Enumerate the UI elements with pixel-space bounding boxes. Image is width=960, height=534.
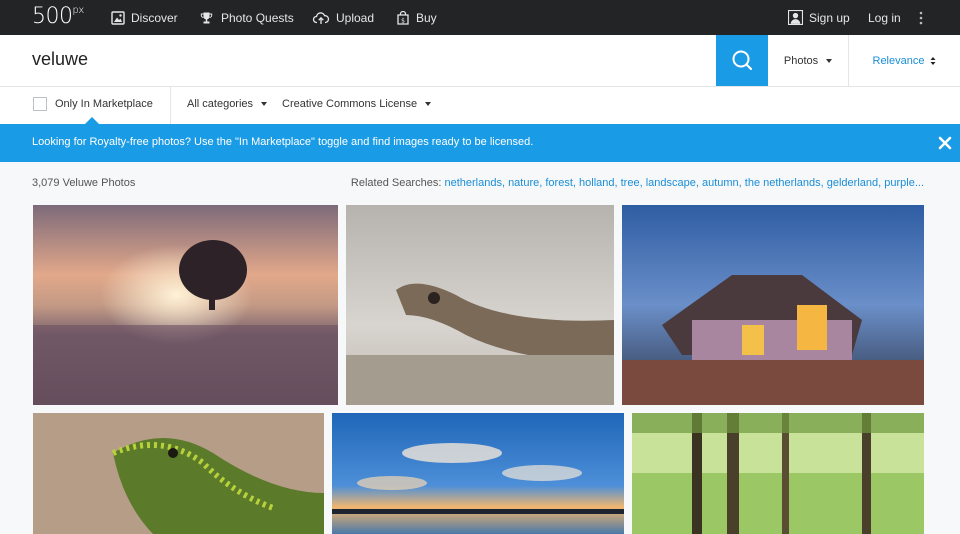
discover-icon: [111, 10, 125, 25]
related-link[interactable]: autumn,: [702, 177, 742, 189]
more-menu-button[interactable]: [916, 0, 926, 35]
photo-image: [33, 413, 324, 534]
photo-image: [33, 205, 338, 405]
upload-cloud-icon: [312, 11, 330, 24]
related-link[interactable]: forest,: [545, 177, 576, 189]
related-link[interactable]: nature,: [508, 177, 542, 189]
license-label: Creative Commons License: [282, 98, 418, 110]
close-icon[interactable]: [937, 135, 953, 151]
trophy-icon: [200, 12, 213, 23]
photo-sunset-water[interactable]: [332, 413, 624, 534]
search-icon: [732, 50, 753, 71]
info-banner: Looking for Royalty-free photos? Use the…: [0, 124, 960, 162]
photo-forest[interactable]: [632, 413, 924, 534]
marketplace-label[interactable]: Only In Marketplace: [55, 98, 153, 110]
buy-icon: $: [397, 10, 409, 25]
nav-sign-up[interactable]: Sign up: [788, 0, 850, 35]
filter-bar: Only In Marketplace All categories Creat…: [0, 87, 960, 124]
nav-upload-label: Upload: [336, 10, 375, 25]
photo-thatched-house[interactable]: [622, 205, 924, 405]
related-link[interactable]: tree,: [621, 177, 643, 189]
photo-slow-worm[interactable]: [346, 205, 614, 405]
photo-sand-lizard[interactable]: [33, 413, 324, 534]
results-count: 3,079 Veluwe Photos: [32, 177, 136, 189]
banner-pointer: [85, 117, 99, 124]
related-searches: Related Searches: netherlands, nature, f…: [351, 177, 924, 189]
related-link[interactable]: holland,: [579, 177, 618, 189]
nav-upload[interactable]: Upload: [312, 0, 374, 35]
divider: [170, 87, 171, 124]
photo-sunrise-heath[interactable]: [33, 205, 338, 405]
categories-label: All categories: [187, 98, 254, 110]
nav-log-in-label: Log in: [868, 10, 901, 25]
categories-dropdown[interactable]: All categories: [187, 98, 268, 110]
related-link[interactable]: netherlands,: [444, 177, 505, 189]
500px-logo[interactable]: 500px: [32, 4, 84, 29]
logo-text: 500: [32, 4, 73, 29]
logo-sup: px: [72, 4, 85, 16]
chevron-down-icon: [261, 102, 268, 107]
related-link[interactable]: purple...: [884, 177, 924, 189]
nav-log-in[interactable]: Log in: [868, 0, 901, 35]
photo-image: [622, 205, 924, 405]
banner-text: Looking for Royalty-free photos? Use the…: [32, 136, 534, 148]
search-input[interactable]: veluwe: [32, 49, 88, 70]
chevron-down-icon: [826, 58, 833, 63]
nav-photo-quests-label: Photo Quests: [221, 10, 294, 25]
nav-discover-label: Discover: [131, 10, 178, 25]
sort-arrows-icon: [930, 56, 936, 65]
search-bar: veluwe Photos Relevance: [0, 35, 960, 87]
photo-image: [346, 205, 614, 405]
search-button[interactable]: [716, 35, 768, 86]
nav-buy[interactable]: $ Buy: [396, 0, 437, 35]
content-type-label: Photos: [783, 54, 819, 67]
license-dropdown[interactable]: Creative Commons License: [282, 98, 432, 110]
more-vertical-icon: [919, 11, 923, 24]
content-type-select[interactable]: Photos: [768, 35, 849, 86]
related-link[interactable]: gelderland,: [827, 177, 881, 189]
nav-sign-up-label: Sign up: [809, 10, 850, 25]
nav-buy-label: Buy: [416, 10, 437, 25]
related-link[interactable]: the netherlands,: [745, 177, 824, 189]
nav-discover[interactable]: Discover: [111, 0, 178, 35]
user-icon: [788, 10, 803, 25]
nav-photo-quests[interactable]: Photo Quests: [198, 0, 294, 35]
photo-image: [632, 413, 924, 534]
top-navigation-bar: 500px Discover Photo Quests Upload $ Buy…: [0, 0, 960, 35]
photo-image: [332, 413, 624, 534]
sort-label: Relevance: [872, 54, 925, 67]
sort-select[interactable]: Relevance: [849, 35, 960, 86]
marketplace-checkbox[interactable]: [33, 97, 47, 111]
related-link[interactable]: landscape,: [646, 177, 699, 189]
related-searches-label: Related Searches:: [350, 177, 442, 189]
chevron-down-icon: [425, 102, 432, 107]
svg-text:$: $: [401, 17, 405, 24]
